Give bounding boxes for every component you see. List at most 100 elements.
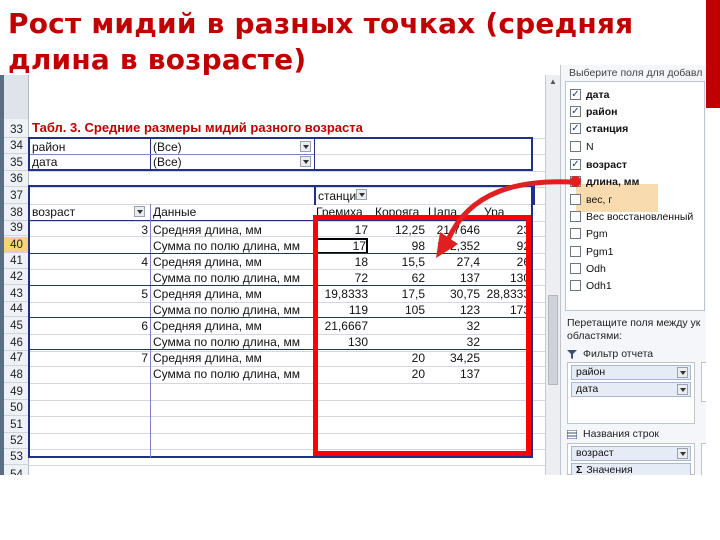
chevron-down-icon[interactable] [677, 367, 688, 378]
row-number[interactable]: 38 [4, 205, 29, 221]
row-labels-area[interactable]: возраст Σ Значения [567, 443, 695, 475]
report-filter-block: район (Все) дата (Все) [28, 137, 533, 171]
field-label: станция [586, 123, 629, 135]
pivot-field-list-panel: Выберите поля для добавл ✓ дата ✓ район ✓ ста… [560, 65, 706, 475]
row-number[interactable]: 50 [4, 400, 29, 416]
values-area-edge [701, 443, 706, 475]
checkbox-checked-icon[interactable]: ✓ [570, 89, 581, 100]
row-number[interactable]: 37 [4, 188, 29, 204]
table-title: Табл. 3. Средние размеры мидий разного в… [32, 120, 363, 135]
filter-value-data: (Все) [153, 155, 182, 169]
data-row-label: Средняя длина, мм [153, 255, 262, 269]
row-number[interactable]: 41 [4, 253, 29, 269]
checkbox-checked-icon[interactable]: ✓ [570, 106, 581, 117]
field-label: длина, мм [586, 176, 640, 188]
column-labels-area-edge [701, 362, 706, 402]
row-number[interactable]: 34 [4, 138, 29, 154]
chevron-down-icon[interactable] [677, 448, 688, 459]
row-number[interactable]: 39 [4, 220, 29, 236]
spreadsheet-area[interactable]: 33 34 35 36 37 38 39 40 41 42 43 44 45 46 47 48 49 50 51 52… [0, 75, 545, 475]
filter-dropdown-data[interactable] [300, 156, 311, 167]
checkbox-icon[interactable] [570, 141, 581, 152]
filter-icon [567, 349, 577, 359]
field-list-header: Выберите поля для добавл [569, 67, 703, 79]
chevron-down-icon[interactable] [677, 384, 688, 395]
field-label: Odh [586, 263, 606, 275]
age-value: 3 [141, 223, 148, 237]
age-value: 4 [141, 255, 148, 269]
row-number[interactable]: 42 [4, 269, 29, 285]
row-label-item-vozrast[interactable]: возраст [571, 446, 691, 461]
data-row-label: Сумма по полю длина, мм [153, 303, 300, 317]
filter-field-raion: район [32, 140, 66, 154]
row-field-dropdown[interactable] [134, 206, 145, 217]
row-number[interactable]: 48 [4, 367, 29, 383]
row-number[interactable]: 33 [4, 122, 29, 138]
data-row-label: Сумма по полю длина, мм [153, 239, 300, 253]
field-label: район [586, 106, 618, 118]
sigma-icon: Σ [576, 464, 583, 475]
checkbox-icon[interactable] [570, 211, 581, 222]
scroll-up-icon[interactable]: ▲ [549, 77, 557, 86]
row-field-label: возраст [32, 205, 76, 219]
rows-icon [567, 429, 577, 439]
data-field-label: Данные [153, 205, 197, 219]
scroll-thumb[interactable] [548, 295, 558, 385]
row-number[interactable]: 51 [4, 417, 29, 433]
row-number[interactable]: 40 [4, 237, 29, 253]
checkbox-icon[interactable] [570, 228, 581, 239]
field-label: дата [586, 89, 610, 101]
row-number[interactable]: 52 [4, 433, 29, 449]
row-labels-header: Названия строк [567, 426, 659, 442]
field-label: N [586, 141, 594, 153]
field-label: Вес восстановленный [586, 211, 694, 223]
accent-bar [706, 0, 720, 108]
age-value: 5 [141, 287, 148, 301]
data-row-label: Сумма по полю длина, мм [153, 271, 300, 285]
row-labels-label: Названия строк [583, 428, 660, 440]
row-number[interactable]: 36 [4, 171, 29, 187]
row-number[interactable]: 44 [4, 301, 29, 317]
filter-dropdown-raion[interactable] [300, 141, 311, 152]
pointer-dot [570, 176, 581, 187]
field-label: Odh1 [586, 280, 612, 292]
data-row-label: Сумма по полю длина, мм [153, 367, 300, 381]
checkbox-icon[interactable] [570, 194, 581, 205]
report-filter-item-data[interactable]: дата [571, 382, 691, 397]
report-filter-header: Фильтр отчета [567, 346, 653, 362]
row-number[interactable]: 54 [4, 467, 29, 475]
row-number[interactable]: 53 [4, 449, 29, 465]
checkbox-icon[interactable] [570, 263, 581, 274]
data-row-label: Средняя длина, мм [153, 351, 262, 365]
field-label: Pgm [586, 228, 608, 240]
filter-value-raion: (Все) [153, 140, 182, 154]
vertical-scrollbar[interactable]: ▲ [545, 75, 560, 475]
field-label: вес, г [586, 194, 613, 206]
slide-title: Рост мидий в разных точках (средняя длин… [8, 7, 634, 76]
highlight-frame [313, 215, 531, 456]
drag-instructions: Перетащите поля между ук областями: [567, 317, 701, 342]
pivot-column-area: станци [314, 185, 535, 205]
report-filter-area[interactable]: район дата [567, 362, 695, 424]
row-number[interactable]: 46 [4, 335, 29, 351]
row-number[interactable]: 45 [4, 318, 29, 334]
row-label-item-values[interactable]: Σ Значения [571, 463, 691, 475]
age-value: 7 [141, 351, 148, 365]
data-row-label: Средняя длина, мм [153, 223, 262, 237]
checkbox-checked-icon[interactable]: ✓ [570, 123, 581, 134]
row-number[interactable]: 35 [4, 155, 29, 171]
filter-field-data: дата [32, 155, 58, 169]
checkbox-icon[interactable] [570, 246, 581, 257]
report-filter-label: Фильтр отчета [583, 348, 654, 360]
report-filter-item-raion[interactable]: район [571, 365, 691, 380]
checkbox-checked-icon[interactable]: ✓ [570, 159, 581, 170]
row-number[interactable]: 47 [4, 350, 29, 366]
data-row-label: Сумма по полю длина, мм [153, 335, 300, 349]
field-label: возраст [586, 159, 628, 171]
column-field-dropdown[interactable] [356, 189, 367, 200]
row-number[interactable]: 43 [4, 286, 29, 302]
field-list: ✓дата✓район✓станцияN✓возраст✓длина, ммве… [565, 81, 705, 311]
row-number[interactable]: 49 [4, 384, 29, 400]
data-row-label: Средняя длина, мм [153, 287, 262, 301]
checkbox-icon[interactable] [570, 280, 581, 291]
